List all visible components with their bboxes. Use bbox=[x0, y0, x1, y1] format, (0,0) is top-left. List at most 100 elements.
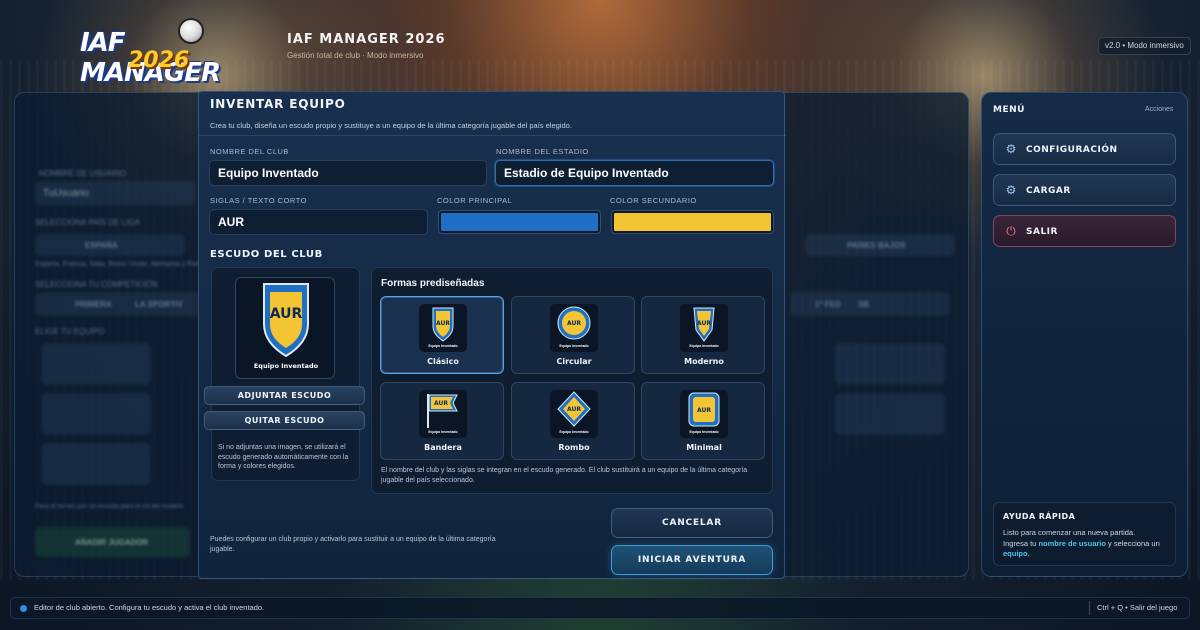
country-left-label: ESPAÑA bbox=[85, 241, 118, 250]
settings-label: CONFIGURACIÓN bbox=[1026, 145, 1118, 155]
gear-icon: ⚙ bbox=[1005, 142, 1017, 156]
crest-note: Si no adjuntas una imagen, se utilizará … bbox=[218, 444, 349, 470]
shield-modern-icon: AUR Equipo Inventado bbox=[680, 304, 728, 352]
competition-left2-label: LA SPORTIV bbox=[135, 300, 183, 309]
shape-option-flag[interactable]: AUR Equipo Inventado Bandera bbox=[380, 382, 504, 460]
svg-text:AUR: AUR bbox=[436, 320, 450, 327]
load-button[interactable]: ⚙ CARGAR bbox=[993, 174, 1176, 206]
diamond-crest-icon: AUR Equipo Inventado bbox=[550, 390, 598, 438]
preset-shapes-panel: Formas prediseñadas AUR Equipo Inventado… bbox=[371, 267, 773, 494]
start-adventure-button[interactable]: INICIAR AVENTURA bbox=[611, 545, 773, 575]
shield-classic-icon: AUR Equipo Inventado bbox=[419, 304, 467, 352]
main-menu-panel: MENÚ Acciones ⚙ CONFIGURACIÓN ⚙ CARGAR ⏻… bbox=[981, 92, 1188, 577]
svg-text:AUR: AUR bbox=[697, 407, 711, 414]
invent-team-dialog: INVENTAR EQUIPO Crea tu club, diseña un … bbox=[198, 91, 786, 579]
status-indicator-icon bbox=[20, 605, 27, 612]
shape-caption: Equipo Inventado bbox=[689, 344, 719, 348]
divider bbox=[199, 135, 786, 136]
svg-text:AUR: AUR bbox=[567, 320, 581, 327]
square-crest-icon: AUR Equipo Inventado bbox=[680, 390, 728, 438]
shape-caption: Equipo Inventado bbox=[428, 344, 458, 348]
load-label: CARGAR bbox=[1026, 186, 1071, 196]
club-name-input[interactable]: Equipo Inventado bbox=[209, 160, 487, 186]
status-message: Editor de club abierto. Configura tu esc… bbox=[34, 603, 265, 612]
team-card bbox=[41, 343, 151, 385]
crest-section-title: ESCUDO DEL CLUB bbox=[210, 249, 323, 260]
cancel-button[interactable]: CANCELAR bbox=[611, 508, 773, 538]
primary-color-picker[interactable] bbox=[439, 211, 600, 233]
dialog-description: Crea tu club, diseña un escudo propio y … bbox=[210, 121, 572, 130]
stadium-label: NOMBRE DEL ESTADIO bbox=[496, 147, 589, 156]
dialog-title: INVENTAR EQUIPO bbox=[210, 97, 346, 111]
country-label: SELECCIONA PAÍS DE LIGA bbox=[35, 218, 140, 227]
help-highlight: nombre de usuario bbox=[1038, 538, 1106, 548]
team-card bbox=[835, 393, 945, 435]
username-label: NOMBRE DE USUARIO bbox=[39, 169, 127, 178]
exit-label: SALIR bbox=[1026, 227, 1058, 237]
preset-shapes-title: Formas prediseñadas bbox=[381, 278, 485, 289]
competition-button-right bbox=[790, 292, 950, 316]
add-player-label: AÑADIR JUGADOR bbox=[75, 538, 149, 547]
app-subtitle: Gestión total de club · Modo inmersivo bbox=[287, 51, 424, 60]
countries-hint: España, Francia, Italia, Reino Unido, Al… bbox=[35, 261, 214, 268]
stadium-name-input[interactable]: Estadio de Equipo Inventado bbox=[495, 160, 774, 186]
shape-option-circular[interactable]: AUR Equipo Inventado Circular bbox=[511, 296, 635, 374]
help-line: y selecciona un bbox=[1105, 538, 1160, 548]
shape-caption: Equipo Inventado bbox=[559, 430, 589, 434]
country-right-label: PAÍSES BAJOS bbox=[847, 241, 906, 250]
secondary-color-label: COLOR SECUNDARIO bbox=[610, 196, 697, 205]
logo-year: 2026 bbox=[128, 48, 190, 73]
shape-caption: Equipo Inventado bbox=[428, 430, 458, 434]
circle-crest-icon: AUR Equipo Inventado bbox=[550, 304, 598, 352]
team-card bbox=[835, 343, 945, 385]
shape-caption: Equipo Inventado bbox=[559, 344, 589, 348]
shape-label: Minimal bbox=[686, 443, 722, 452]
competition-label: SELECCIONA TU COMPETICIÓN bbox=[35, 280, 158, 289]
shape-caption: Equipo Inventado bbox=[689, 430, 719, 434]
shape-label: Bandera bbox=[424, 443, 462, 452]
short-text-label: SIGLAS / TEXTO CORTO bbox=[210, 196, 307, 205]
help-highlight: equipo bbox=[1003, 549, 1028, 558]
game-logo: IAF MANAGER 2026 bbox=[80, 18, 221, 88]
username-value: TuUsuario bbox=[43, 188, 89, 199]
secondary-color-picker[interactable] bbox=[612, 211, 773, 233]
app-title: IAF MANAGER 2026 bbox=[287, 32, 446, 47]
status-bar: Editor de club abierto. Configura tu esc… bbox=[10, 597, 1190, 619]
attach-crest-button[interactable]: ADJUNTAR ESCUDO bbox=[204, 386, 365, 405]
crest-preview: AUR Equipo Inventado bbox=[235, 277, 335, 379]
svg-text:AUR: AUR bbox=[434, 400, 448, 407]
help-line: . bbox=[1027, 549, 1030, 558]
crest-abbr: AUR bbox=[270, 306, 303, 322]
shape-label: Rombo bbox=[558, 443, 590, 452]
exit-button[interactable]: ⏻ SALIR bbox=[993, 215, 1176, 247]
flag-crest-icon: AUR Equipo Inventado bbox=[419, 390, 467, 438]
crest-preview-name: Equipo Inventado bbox=[253, 362, 319, 370]
help-line: Ingresa tu bbox=[1003, 538, 1039, 548]
settings-button[interactable]: ⚙ CONFIGURACIÓN bbox=[993, 133, 1176, 165]
team-card bbox=[41, 443, 151, 485]
version-badge: v2.0 • Modo inmersivo bbox=[1098, 37, 1191, 55]
short-text-input[interactable]: AUR bbox=[209, 209, 428, 235]
competition-right2-label: SB bbox=[858, 300, 870, 309]
menu-title: MENÚ bbox=[993, 105, 1025, 115]
quick-help-text: Listo para comenzar una nueva partida. I… bbox=[1003, 528, 1173, 560]
team-label: ELIGE TU EQUIPO bbox=[35, 327, 105, 336]
shape-option-modern[interactable]: AUR Equipo Inventado Moderno bbox=[641, 296, 765, 374]
dialog-footer-note: Puedes configurar un club propio y activ… bbox=[210, 536, 496, 553]
club-name-label: NOMBRE DEL CLUB bbox=[210, 147, 289, 156]
remove-crest-button[interactable]: QUITAR ESCUDO bbox=[204, 411, 365, 430]
shape-option-classic[interactable]: AUR Equipo Inventado Clásico bbox=[380, 296, 504, 374]
svg-text:AUR: AUR bbox=[697, 320, 711, 327]
team-hint: Para el torneo por un escudo para el rol… bbox=[35, 503, 184, 510]
competition-left-label: PRIMERA bbox=[75, 300, 112, 309]
quick-help-title: AYUDA RÁPIDA bbox=[1003, 512, 1076, 521]
svg-text:AUR: AUR bbox=[567, 406, 581, 413]
shape-option-diamond[interactable]: AUR Equipo Inventado Rombo bbox=[511, 382, 635, 460]
shape-option-minimal[interactable]: AUR Equipo Inventado Minimal bbox=[641, 382, 765, 460]
power-icon: ⏻ bbox=[1006, 224, 1016, 238]
primary-color-label: COLOR PRINCIPAL bbox=[437, 196, 513, 205]
shape-label: Moderno bbox=[684, 357, 724, 366]
shape-label: Clásico bbox=[427, 357, 459, 366]
shape-label: Circular bbox=[556, 357, 592, 366]
football-icon bbox=[178, 18, 204, 44]
